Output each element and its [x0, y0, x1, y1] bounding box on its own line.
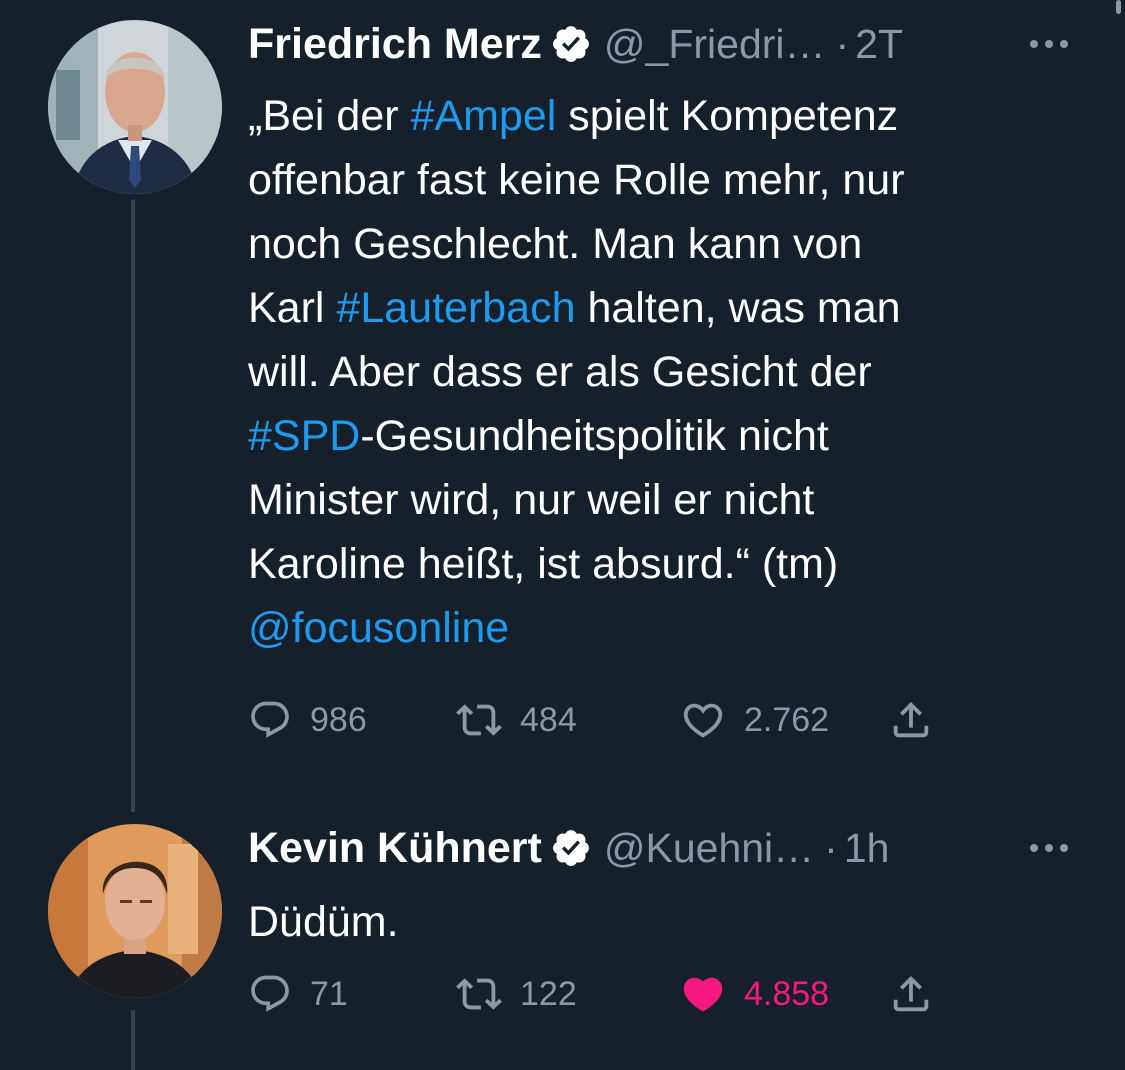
text-segment: offenbar fast keine Rolle mehr, nur [248, 156, 905, 204]
share-button[interactable] [888, 964, 934, 1024]
reply-count: 986 [310, 700, 367, 739]
tweet[interactable]: Friedrich Merz @_Friedri… · 2T „Bei der … [0, 0, 1125, 800]
hashtag-link[interactable]: #Ampel [411, 92, 557, 140]
text-segment: will. Aber dass er als Gesicht der [248, 348, 872, 396]
reply-icon [248, 698, 292, 742]
verified-icon [550, 827, 592, 869]
tweet-text-line: Düdüm. [248, 890, 1078, 954]
tweet-header: Friedrich Merz @_Friedri… · 2T [248, 14, 1070, 74]
like-count: 2.762 [744, 700, 830, 739]
like-icon [680, 697, 726, 743]
reply-button[interactable]: 986 [248, 690, 367, 750]
like-button[interactable]: 4.858 [680, 964, 829, 1024]
share-button[interactable] [888, 690, 934, 750]
retweet-button[interactable]: 484 [456, 690, 577, 750]
retweet-count: 122 [520, 974, 577, 1013]
separator-dot: · [835, 20, 850, 67]
retweet-count: 484 [520, 700, 577, 739]
author-handle[interactable]: @_Friedri… [604, 21, 826, 68]
tweet-text-line: „Bei der #Ampel spielt Kompetenz [248, 84, 1078, 148]
separator-dot: · [824, 824, 838, 871]
tweet-text-line: Karl #Lauterbach halten, was man [248, 276, 1078, 340]
tweet-text: „Bei der #Ampel spielt Kompetenz offenba… [248, 84, 1078, 660]
tweet-text: Düdüm. [248, 890, 1078, 954]
tweet-text-line: Karoline heißt, ist absurd.“ (tm) [248, 532, 1078, 596]
share-icon [888, 971, 934, 1017]
author-name[interactable]: Friedrich Merz [248, 20, 542, 69]
reply-icon [248, 972, 292, 1016]
tweet-text-line: Minister wird, nur weil er nicht [248, 468, 1078, 532]
like-button[interactable]: 2.762 [680, 690, 829, 750]
reply-button[interactable]: 71 [248, 964, 348, 1024]
more-icon[interactable] [1028, 34, 1070, 54]
timestamp[interactable]: 1h [844, 825, 890, 872]
more-icon[interactable] [1028, 838, 1070, 858]
like-filled-icon [680, 971, 726, 1017]
mention-link[interactable]: @focusonline [248, 604, 509, 652]
tweet-text-line: offenbar fast keine Rolle mehr, nur [248, 148, 1078, 212]
avatar[interactable] [48, 824, 222, 998]
text-segment: Minister wird, nur weil er nicht [248, 476, 815, 524]
tweet-text-line: #SPD-Gesundheitspolitik nicht [248, 404, 1078, 468]
tweet[interactable]: Kevin Kühnert @Kuehni… · 1h Düdüm. 71 12… [0, 800, 1125, 1063]
avatar[interactable] [48, 20, 222, 194]
text-segment: noch Geschlecht. Man kann von [248, 220, 863, 268]
verified-icon [550, 23, 592, 65]
like-count: 4.858 [744, 974, 830, 1013]
reply-count: 71 [310, 974, 348, 1013]
hashtag-link[interactable]: #Lauterbach [336, 284, 575, 332]
retweet-icon [456, 697, 502, 743]
text-segment: „Bei der [248, 92, 411, 140]
text-segment: halten, was man [575, 284, 901, 332]
retweet-icon [456, 971, 502, 1017]
tweet-text-line: noch Geschlecht. Man kann von [248, 212, 1078, 276]
tweet-text-line: will. Aber dass er als Gesicht der [248, 340, 1078, 404]
timestamp[interactable]: 2T [855, 21, 903, 68]
tweet-text-line: @focusonline [248, 596, 1078, 660]
text-segment: spielt Kompetenz [556, 92, 899, 140]
text-segment: Karl [248, 284, 337, 332]
retweet-button[interactable]: 122 [456, 964, 577, 1024]
author-name[interactable]: Kevin Kühnert [248, 824, 542, 873]
share-icon [888, 697, 934, 743]
author-handle[interactable]: @Kuehni… [604, 825, 814, 872]
tweet-header: Kevin Kühnert @Kuehni… · 1h [248, 818, 1070, 878]
text-segment: -Gesundheitspolitik nicht [360, 412, 829, 460]
text-segment: Karoline heißt, ist absurd.“ (tm) [248, 540, 839, 588]
hashtag-link[interactable]: #SPD [248, 412, 360, 460]
text-segment: Düdüm. [248, 898, 399, 946]
